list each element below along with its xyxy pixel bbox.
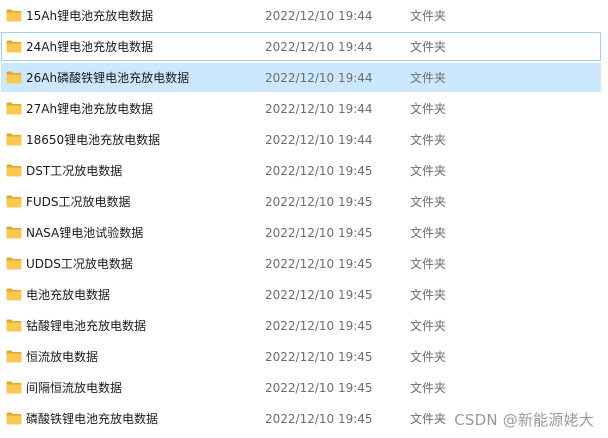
folder-icon: [6, 102, 22, 115]
file-name: DST工况放电数据: [26, 164, 123, 178]
file-date: 2022/12/10 19:45: [265, 195, 373, 209]
file-date: 2022/12/10 19:45: [265, 288, 373, 302]
list-item[interactable]: 26Ah磷酸铁锂电池充放电数据 2022/12/10 19:44 文件夹: [1, 63, 601, 92]
folder-icon: [6, 226, 22, 239]
file-date: 2022/12/10 19:44: [265, 40, 373, 54]
file-name: 15Ah锂电池充放电数据: [26, 9, 154, 23]
file-type: 文件夹: [410, 226, 447, 240]
file-name: 恒流放电数据: [26, 350, 99, 364]
file-type: 文件夹: [410, 319, 447, 333]
list-item[interactable]: 27Ah锂电池充放电数据 2022/12/10 19:44 文件夹: [1, 94, 601, 123]
file-date: 2022/12/10 19:44: [265, 71, 373, 85]
file-name: UDDS工况放电数据: [26, 257, 133, 271]
file-name: 26Ah磷酸铁锂电池充放电数据: [26, 71, 190, 85]
file-name: 磷酸铁锂电池充放电数据: [26, 412, 159, 426]
file-name: 间隔恒流放电数据: [26, 381, 123, 395]
file-date: 2022/12/10 19:45: [265, 164, 373, 178]
list-item[interactable]: UDDS工况放电数据 2022/12/10 19:45 文件夹: [1, 249, 601, 278]
file-type: 文件夹: [410, 350, 447, 364]
folder-icon: [6, 257, 22, 270]
list-item[interactable]: 电池充放电数据 2022/12/10 19:45 文件夹: [1, 280, 601, 309]
file-date: 2022/12/10 19:45: [265, 381, 373, 395]
folder-icon: [6, 412, 22, 425]
file-date: 2022/12/10 19:45: [265, 412, 373, 426]
watermark: CSDN @新能源姥大: [454, 411, 594, 429]
file-type: 文件夹: [410, 257, 447, 271]
folder-icon: [6, 71, 22, 84]
folder-icon: [6, 9, 22, 22]
list-item[interactable]: 15Ah锂电池充放电数据 2022/12/10 19:44 文件夹: [1, 1, 601, 30]
file-date: 2022/12/10 19:44: [265, 133, 373, 147]
file-type: 文件夹: [410, 71, 447, 85]
folder-icon: [6, 350, 22, 363]
file-type: 文件夹: [410, 381, 447, 395]
folder-icon: [6, 195, 22, 208]
list-item[interactable]: DST工况放电数据 2022/12/10 19:45 文件夹: [1, 156, 601, 185]
file-type: 文件夹: [410, 102, 447, 116]
file-date: 2022/12/10 19:45: [265, 257, 373, 271]
file-name: 电池充放电数据: [26, 288, 111, 302]
file-type: 文件夹: [410, 40, 447, 54]
file-type: 文件夹: [410, 133, 447, 147]
file-date: 2022/12/10 19:45: [265, 226, 373, 240]
file-type: 文件夹: [410, 412, 447, 426]
file-name: 24Ah锂电池充放电数据: [26, 40, 154, 54]
list-item[interactable]: NASA锂电池试验数据 2022/12/10 19:45 文件夹: [1, 218, 601, 247]
file-date: 2022/12/10 19:45: [265, 350, 373, 364]
folder-icon: [6, 40, 22, 53]
list-item[interactable]: 间隔恒流放电数据 2022/12/10 19:45 文件夹: [1, 373, 601, 402]
folder-icon: [6, 381, 22, 394]
list-item[interactable]: FUDS工况放电数据 2022/12/10 19:45 文件夹: [1, 187, 601, 216]
file-type: 文件夹: [410, 9, 447, 23]
file-date: 2022/12/10 19:44: [265, 102, 373, 116]
folder-icon: [6, 319, 22, 332]
file-name: 18650锂电池充放电数据: [26, 133, 161, 147]
file-type: 文件夹: [410, 164, 447, 178]
list-item[interactable]: 24Ah锂电池充放电数据 2022/12/10 19:44 文件夹: [1, 32, 601, 61]
file-name: NASA锂电池试验数据: [26, 226, 144, 240]
file-date: 2022/12/10 19:45: [265, 319, 373, 333]
file-name: FUDS工况放电数据: [26, 195, 131, 209]
file-list: 15Ah锂电池充放电数据 2022/12/10 19:44 文件夹 24Ah锂电…: [0, 0, 608, 438]
folder-icon: [6, 133, 22, 146]
file-type: 文件夹: [410, 195, 447, 209]
file-date: 2022/12/10 19:44: [265, 9, 373, 23]
list-item[interactable]: 钴酸锂电池充放电数据 2022/12/10 19:45 文件夹: [1, 311, 601, 340]
folder-icon: [6, 288, 22, 301]
list-item[interactable]: 18650锂电池充放电数据 2022/12/10 19:44 文件夹: [1, 125, 601, 154]
file-type: 文件夹: [410, 288, 447, 302]
file-name: 27Ah锂电池充放电数据: [26, 102, 154, 116]
folder-icon: [6, 164, 22, 177]
list-item[interactable]: 恒流放电数据 2022/12/10 19:45 文件夹: [1, 342, 601, 371]
file-name: 钴酸锂电池充放电数据: [26, 319, 147, 333]
